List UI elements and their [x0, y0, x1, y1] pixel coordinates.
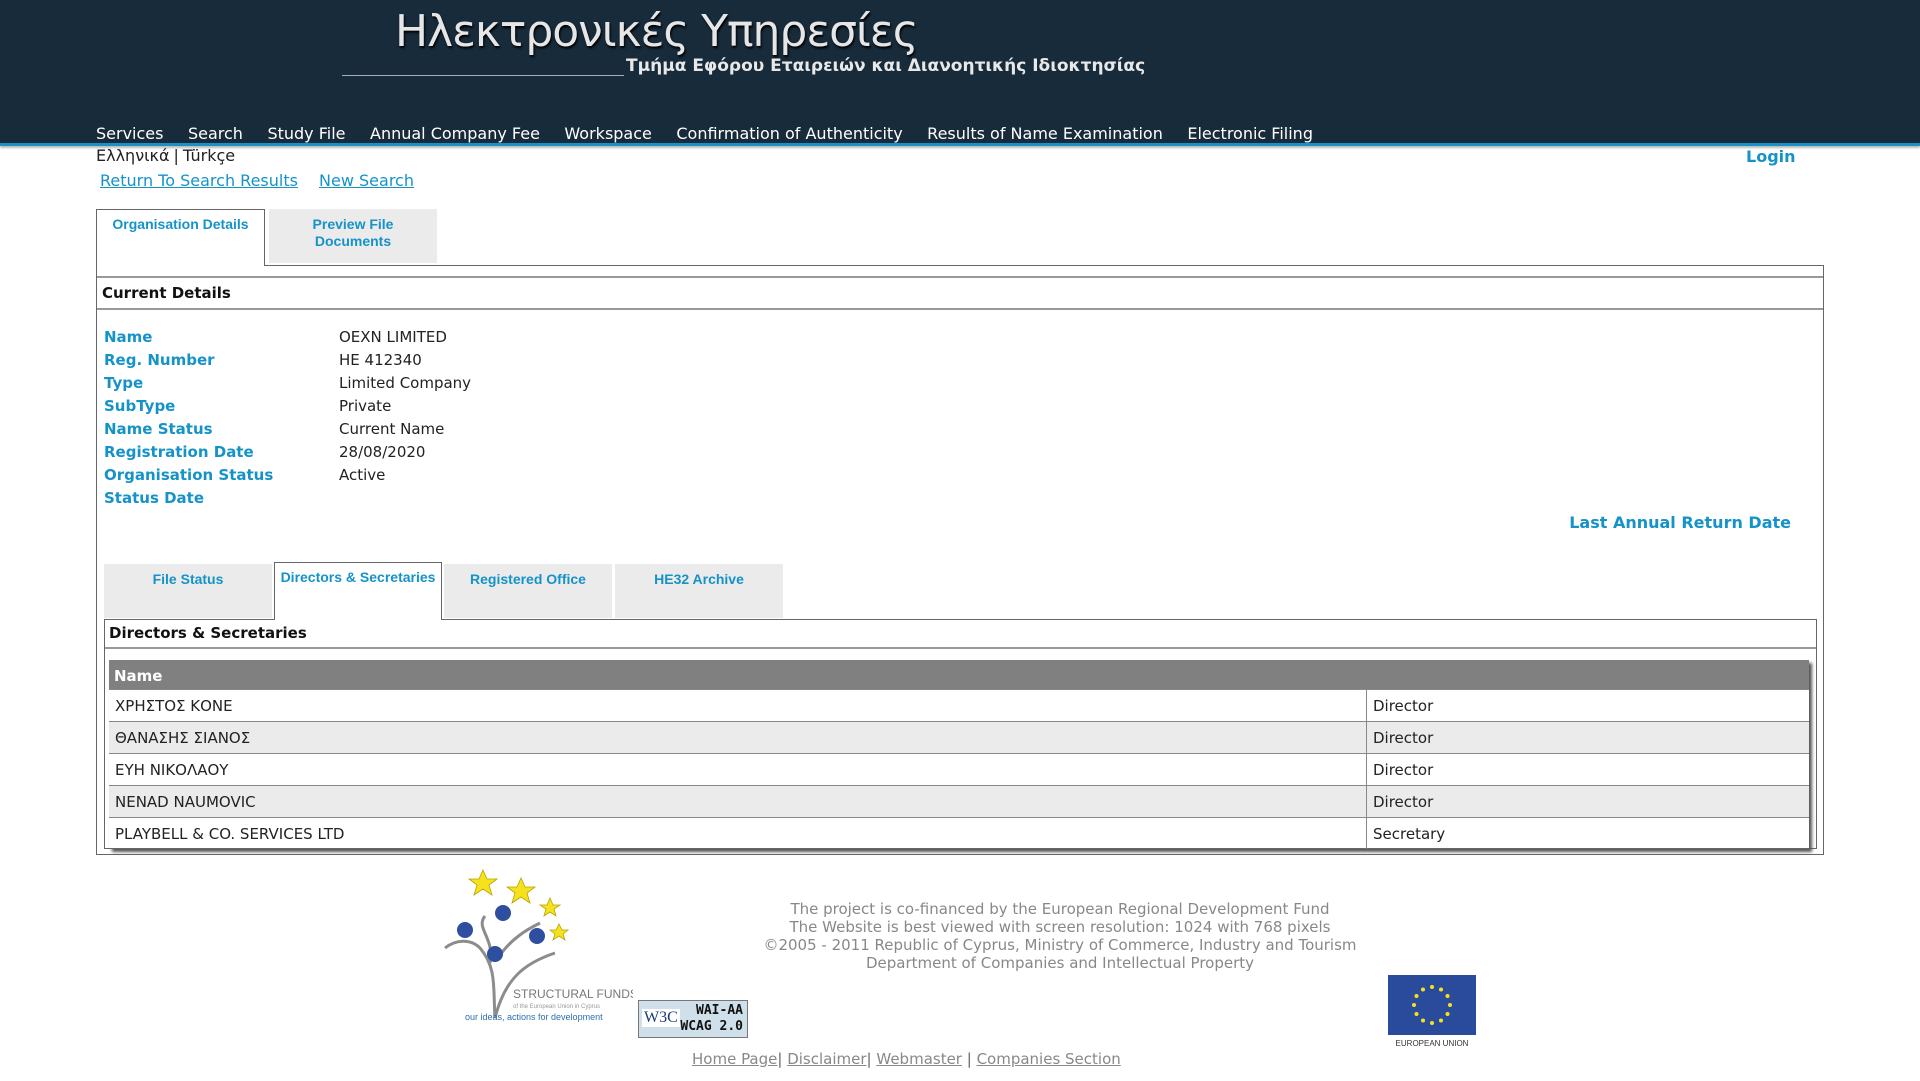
footer-link-disclaimer[interactable]: Disclaimer [787, 1050, 866, 1068]
detail-label: Type [104, 374, 144, 392]
table-row: PLAYBELL & CO. SERVICES LTD Secretary [109, 817, 1809, 849]
svg-text:STRUCTURAL FUNDS: STRUCTURAL FUNDS [513, 987, 633, 1001]
detail-label: Organisation Status [104, 466, 274, 484]
table-header-row: Name [109, 660, 1809, 690]
lang-turkish[interactable]: Türkçe [183, 146, 235, 165]
director-role: Director [1366, 689, 1809, 722]
footer-link-separator: | [961, 1050, 977, 1068]
eu-flag-logo: EUROPEAN UNION [1388, 975, 1476, 1049]
director-role: Director [1366, 785, 1809, 818]
directors-table-wrapper: Name ΧΡΗΣΤΟΣ ΚΟΝΕ Director ΘΑΝΑΣΗΣ ΣΙΑΝΟ… [109, 660, 1809, 849]
site-title: Ηλεκτρονικές Υπηρεσίες [395, 6, 919, 57]
director-name: PLAYBELL & CO. SERVICES LTD [109, 817, 1367, 849]
nav-confirmation-of-authenticity[interactable]: Confirmation of Authenticity [676, 124, 902, 143]
column-header-name: Name [109, 660, 1367, 690]
detail-value: HE 412340 [339, 351, 422, 369]
directors-secretaries-header: Directors & Secretaries [105, 620, 1816, 649]
detail-value: Current Name [339, 420, 445, 438]
w3c-label: W3C [642, 1009, 680, 1027]
footer-link-separator: | [866, 1050, 877, 1068]
title-rule [342, 75, 624, 76]
site-subtitle: Τμήμα Εφόρου Εταιρειών και Διανοητικής Ι… [626, 56, 1146, 76]
new-search-link[interactable]: New Search [319, 171, 414, 190]
footer-line: The project is co-financed by the Europe… [790, 900, 1330, 918]
tab-registered-office[interactable]: Registered Office [444, 564, 612, 618]
nav-results-of-name-examination[interactable]: Results of Name Examination [927, 124, 1163, 143]
tab-he32-archive[interactable]: HE32 Archive [615, 564, 783, 618]
organisation-details-panel: Current Details Name OEXN LIMITED Reg. N… [96, 265, 1824, 855]
footer-line: ©2005 - 2011 Republic of Cyprus, Ministr… [763, 936, 1357, 954]
tab-preview-file-documents[interactable]: Preview File Documents [269, 209, 437, 263]
table-row: NENAD NAUMOVIC Director [109, 785, 1809, 818]
director-name: NENAD NAUMOVIC [109, 785, 1367, 818]
nav-annual-company-fee[interactable]: Annual Company Fee [370, 124, 540, 143]
main-nav: Services Search Study File Annual Compan… [96, 124, 1337, 143]
footer-line: The Website is best viewed with screen r… [789, 918, 1331, 936]
footer-line: Department of Companies and Intellectual… [865, 954, 1255, 972]
current-details-title: Current Details [102, 284, 231, 302]
detail-label: Registration Date [104, 443, 254, 461]
tab-directors-secretaries[interactable]: Directors & Secretaries [274, 562, 442, 620]
structural-funds-tree-icon: STRUCTURAL FUNDS of the European Union i… [435, 868, 638, 1026]
footer-links: Home Page| Disclaimer| Webmaster | Compa… [692, 1050, 1121, 1068]
structural-funds-logo: STRUCTURAL FUNDS of the European Union i… [435, 868, 638, 1026]
footer-text: The project is co-financed by the Europe… [740, 900, 1380, 972]
column-header-role [1366, 660, 1809, 690]
footer-link-companies-section[interactable]: Companies Section [977, 1050, 1121, 1068]
table-row: ΧΡΗΣΤΟΣ ΚΟΝΕ Director [109, 689, 1809, 722]
last-annual-return-date-label: Last Annual Return Date [1569, 513, 1791, 532]
tab-organisation-details[interactable]: Organisation Details [96, 209, 265, 266]
director-name: ΕΥΗ ΝΙΚΟΛΑΟΥ [109, 753, 1367, 786]
language-switcher: Ελληνικά | Türkçe [96, 146, 235, 165]
director-role: Director [1366, 753, 1809, 786]
footer-link-webmaster[interactable]: Webmaster [876, 1050, 962, 1068]
search-links: Return To Search Results New Search [100, 171, 430, 190]
wcag-label: WCAG 2.0 [680, 1019, 743, 1034]
lang-separator: | [173, 146, 179, 165]
detail-label: SubType [104, 397, 176, 415]
footer-link-separator: | [777, 1050, 788, 1068]
login-link[interactable]: Login [1746, 147, 1796, 166]
svg-text:our ideas, actions for develop: our ideas, actions for development [465, 1012, 603, 1022]
director-name: ΘΑΝΑΣΗΣ ΣΙΑΝΟΣ [109, 721, 1367, 754]
table-row: ΘΑΝΑΣΗΣ ΣΙΑΝΟΣ Director [109, 721, 1809, 754]
eu-flag-icon: EUROPEAN UNION [1388, 975, 1476, 1048]
tab-preview-label: Preview File Documents [312, 216, 394, 249]
detail-label: Name [104, 328, 153, 346]
detail-value: OEXN LIMITED [339, 328, 447, 346]
nav-search[interactable]: Search [188, 124, 243, 143]
wai-aa-label: WAI-AA [696, 1003, 743, 1018]
director-name: ΧΡΗΣΤΟΣ ΚΟΝΕ [109, 689, 1367, 722]
detail-value: Limited Company [339, 374, 472, 392]
directors-secretaries-panel: Directors & Secretaries Name ΧΡΗΣΤΟΣ ΚΟΝ… [104, 619, 1817, 849]
director-role: Secretary [1366, 817, 1809, 849]
director-role: Director [1366, 721, 1809, 754]
nav-study-file[interactable]: Study File [267, 124, 345, 143]
detail-value: 28/08/2020 [339, 443, 426, 461]
current-details-header: Current Details [97, 276, 1823, 310]
nav-services[interactable]: Services [96, 124, 163, 143]
detail-label: Status Date [104, 489, 205, 507]
detail-label: Name Status [104, 420, 213, 438]
detail-value: Private [339, 397, 392, 415]
detail-value: Active [339, 466, 386, 484]
svg-text:of the European Union in Cypru: of the European Union in Cyprus [513, 1004, 600, 1010]
w3c-wcag-badge[interactable]: W3C WAI-AA WCAG 2.0 [638, 1000, 748, 1038]
tab-file-status[interactable]: File Status [104, 564, 272, 618]
detail-label: Reg. Number [104, 351, 215, 369]
nav-workspace[interactable]: Workspace [564, 124, 651, 143]
lang-greek[interactable]: Ελληνικά [96, 146, 170, 165]
directors-secretaries-title: Directors & Secretaries [109, 624, 307, 642]
directors-table: Name ΧΡΗΣΤΟΣ ΚΟΝΕ Director ΘΑΝΑΣΗΣ ΣΙΑΝΟ… [109, 660, 1809, 849]
table-row: ΕΥΗ ΝΙΚΟΛΑΟΥ Director [109, 753, 1809, 786]
footer-link-home-page[interactable]: Home Page [692, 1050, 777, 1068]
svg-text:EUROPEAN UNION: EUROPEAN UNION [1396, 1039, 1469, 1048]
nav-electronic-filing[interactable]: Electronic Filing [1187, 124, 1313, 143]
site-header: Ηλεκτρονικές Υπηρεσίες Τμήμα Εφόρου Εται… [0, 0, 1920, 146]
return-to-search-results-link[interactable]: Return To Search Results [100, 171, 298, 190]
